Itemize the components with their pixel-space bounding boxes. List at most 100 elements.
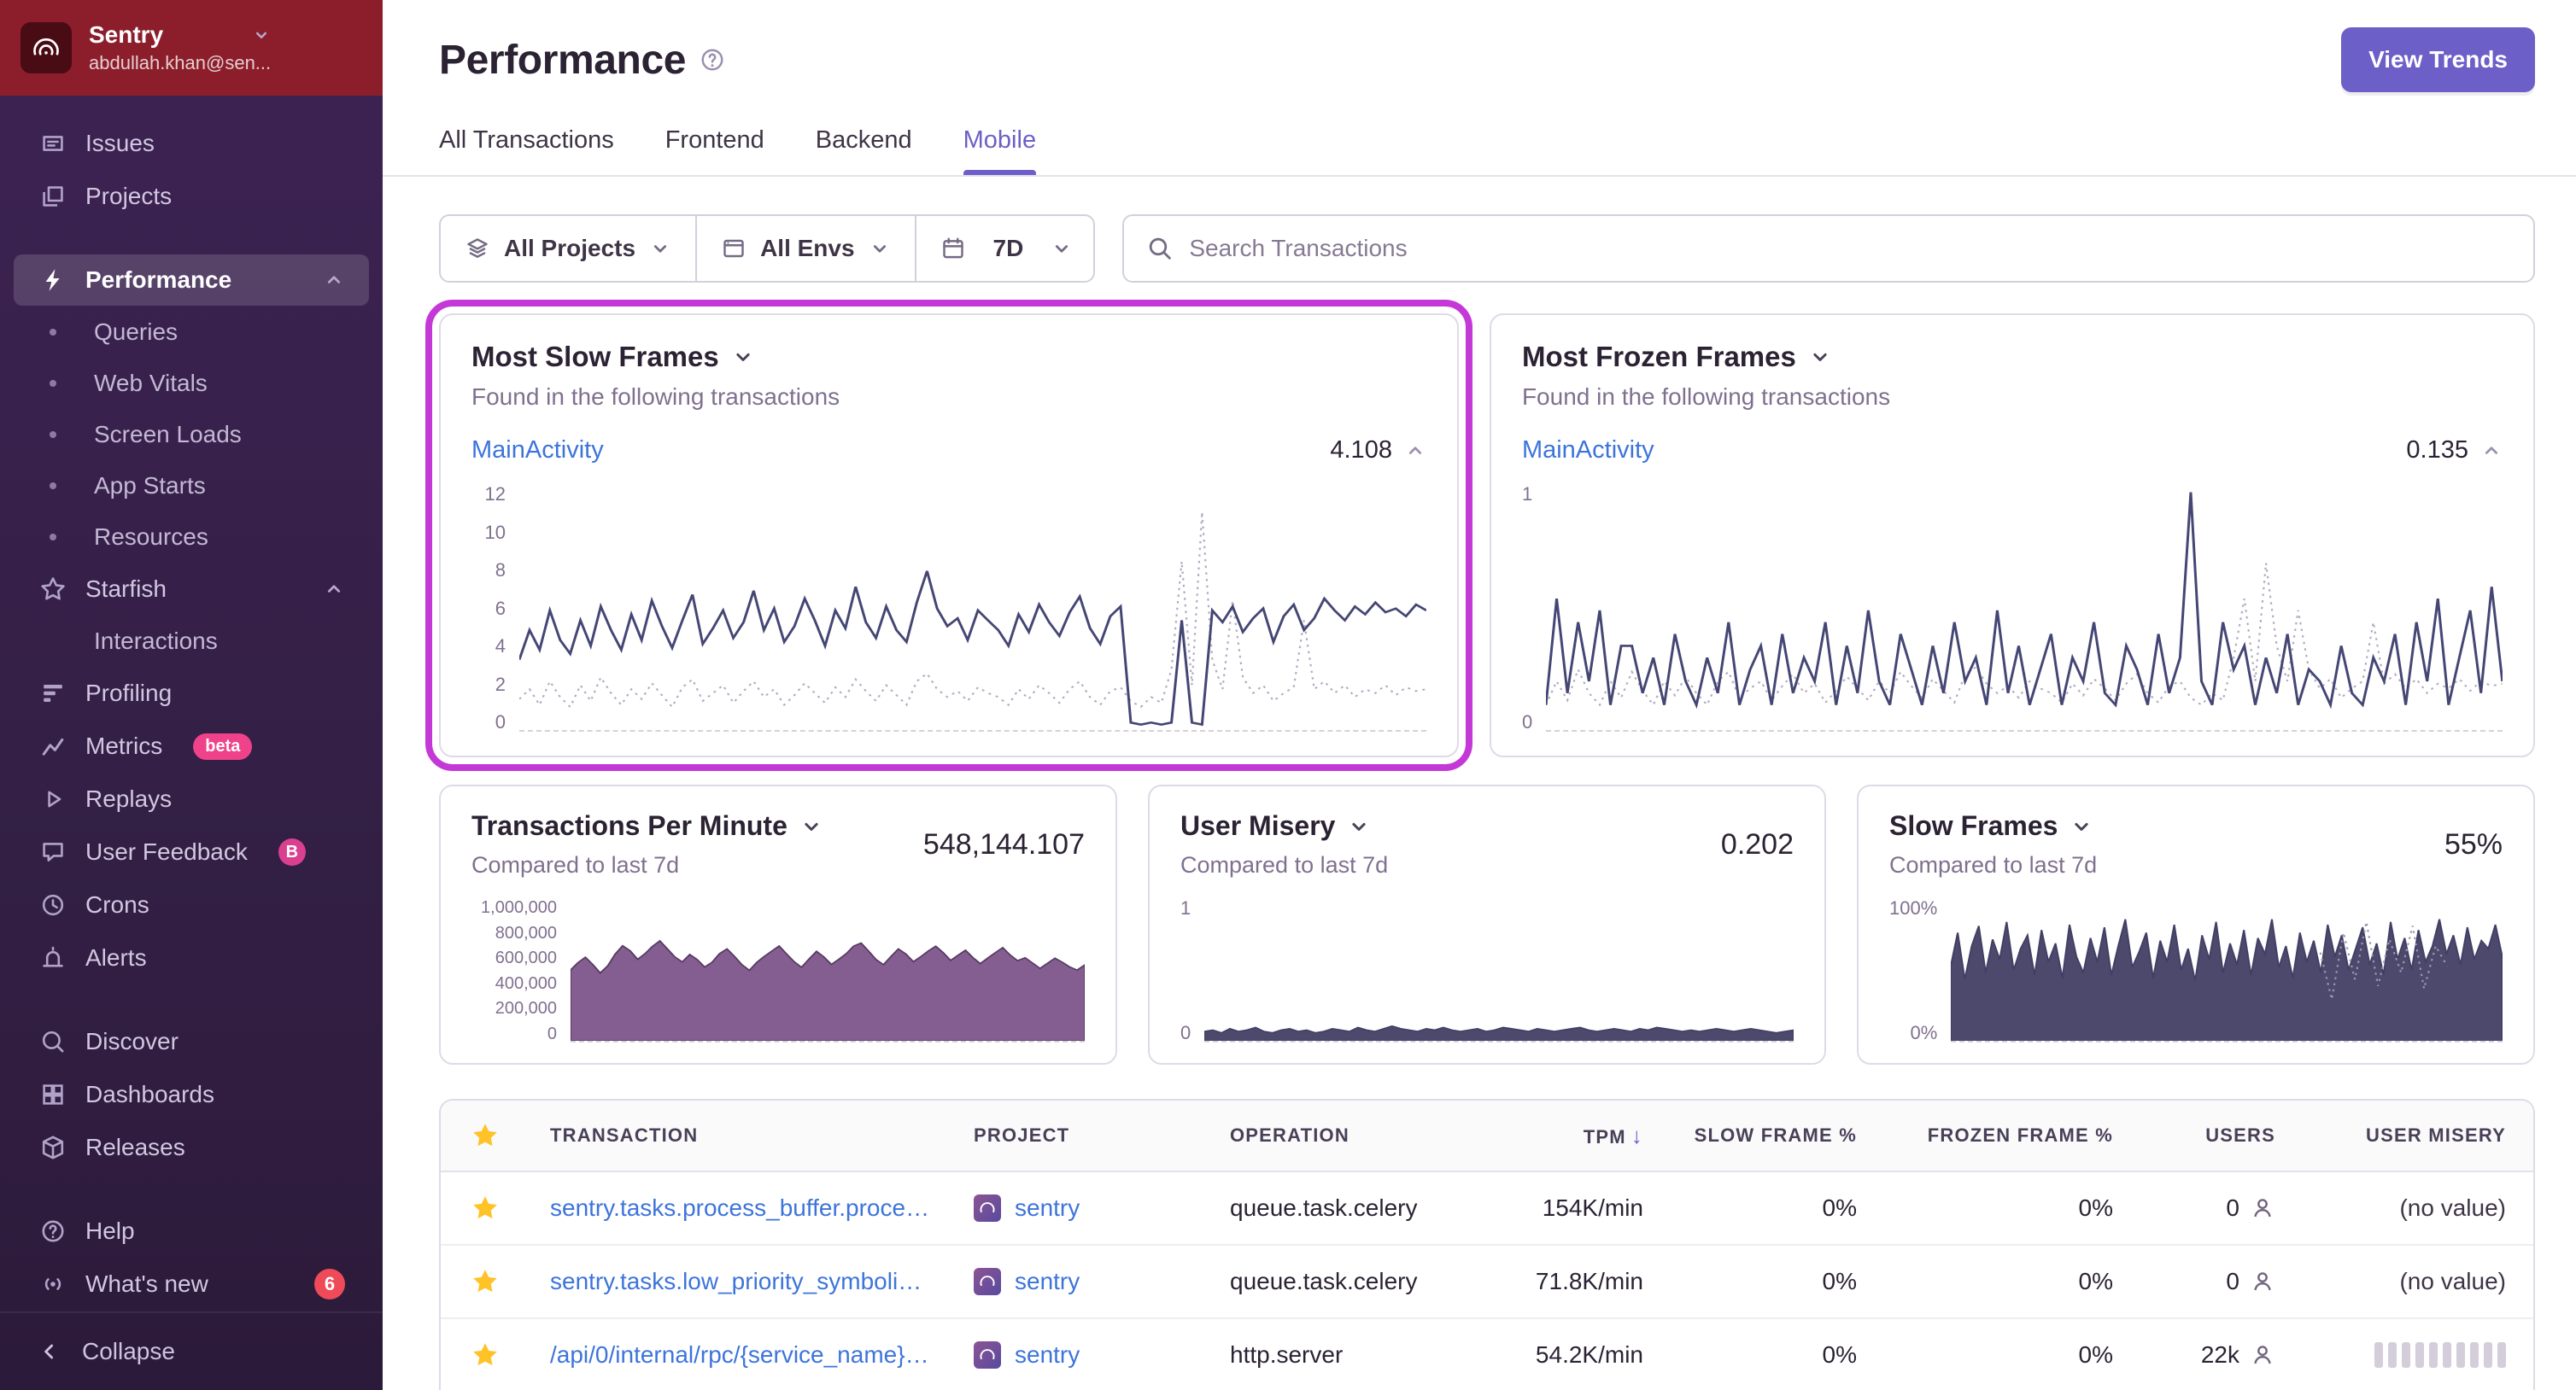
col-operation[interactable]: Operation [1209,1124,1491,1147]
sidebar-item-app-starts[interactable]: App Starts [14,461,369,511]
sidebar-item-profiling[interactable]: Profiling [14,668,369,719]
table-row[interactable]: sentry.tasks.low_priority_symbolication.… [441,1246,2533,1319]
project-platform-icon [974,1268,1001,1295]
user-misery-bar [2303,1342,2533,1368]
help-icon [38,1218,68,1245]
most-frozen-frames-title[interactable]: Most Frozen Frames [1522,341,2503,373]
project-platform-icon [974,1341,1001,1369]
transaction-link[interactable]: MainActivity [471,436,604,464]
table-header: Transaction Project Operation TPM ↓ Slow … [441,1101,2533,1172]
card-subtitle: Compared to last 7d [1889,852,2098,878]
transaction-link[interactable]: sentry.tasks.low_priority_symbolication.… [550,1268,933,1295]
project-link[interactable]: sentry [1015,1341,1080,1369]
sidebar-item-whats-new[interactable]: What's new 6 [14,1259,369,1310]
transactions-table: Transaction Project Operation TPM ↓ Slow … [439,1099,2535,1390]
bullet-dot [50,534,56,540]
transaction-link[interactable]: /api/0/internal/rpc/{service_name}/{me… [550,1341,933,1369]
star-icon[interactable] [441,1194,530,1223]
sidebar-item-queries[interactable]: Queries [14,307,369,357]
collapse-chevron-icon [38,1340,61,1364]
tpm-cell: 54.2K/min [1535,1341,1643,1368]
table-row[interactable]: sentry.tasks.process_buffer.process_incr… [441,1172,2533,1246]
star-icon[interactable] [441,1267,530,1296]
project-link[interactable]: sentry [1015,1268,1080,1295]
tab-frontend[interactable]: Frontend [665,126,764,175]
sort-desc-arrow-icon: ↓ [1630,1122,1643,1148]
project-link[interactable]: sentry [1015,1194,1080,1222]
frozen-frame-cell: 0% [2078,1194,2113,1221]
sidebar-item-discover[interactable]: Discover [14,1016,369,1067]
tab-backend[interactable]: Backend [816,126,912,175]
sidebar-item-replays[interactable]: Replays [14,774,369,825]
search-transactions [1122,214,2535,283]
users-cell: 22k [2140,1341,2303,1369]
table-row[interactable]: /api/0/internal/rpc/{service_name}/{me… … [441,1319,2533,1390]
bullet-dot [50,638,56,645]
col-users[interactable]: Users [2140,1124,2303,1147]
most-slow-frames-title[interactable]: Most Slow Frames [471,341,1426,373]
col-user-misery[interactable]: User Misery [2303,1124,2533,1147]
y-axis-labels: 1,000,000 800,000 600,000 400,000 200,000 0 [481,898,557,1043]
col-transaction[interactable]: Transaction [530,1124,953,1147]
replays-icon [38,786,68,813]
sidebar-item-starfish[interactable]: Starfish [14,564,369,615]
chevron-up-icon[interactable] [1404,440,1426,462]
badge-whats-new: 6 [314,1269,345,1299]
question-circle-icon[interactable] [700,47,725,73]
star-icon[interactable] [441,1340,530,1370]
col-frozen-frame[interactable]: Frozen Frame % [1884,1124,2140,1147]
environments-filter-button[interactable]: All Envs [695,214,916,283]
date-range-button[interactable]: 7D [914,214,1096,283]
sidebar-collapse-button[interactable]: Collapse [0,1311,383,1390]
projects-filter-button[interactable]: All Projects [439,214,698,283]
sidebar-item-performance[interactable]: Performance [14,254,369,306]
sidebar-item-resources[interactable]: Resources [14,512,369,562]
sidebar-item-web-vitals[interactable]: Web Vitals [14,359,369,408]
user-misery-cell: (no value) [2399,1194,2506,1221]
user-feedback-icon [38,838,68,866]
operation-cell: queue.task.celery [1230,1194,1418,1221]
sidebar-item-crons[interactable]: Crons [14,879,369,931]
sidebar-item-user-feedback[interactable]: User Feedback B [14,826,369,878]
sidebar-item-screen-loads[interactable]: Screen Loads [14,410,369,459]
sidebar-item-issues[interactable]: Issues [14,118,369,169]
sidebar-item-interactions[interactable]: Interactions [14,616,369,666]
user-misery-title[interactable]: User Misery [1180,810,1388,842]
operation-cell: http.server [1230,1341,1344,1368]
dashboards-icon [38,1081,68,1108]
col-project[interactable]: Project [953,1124,1209,1147]
tab-mobile[interactable]: Mobile [963,126,1036,175]
chevron-down-icon [1051,237,1073,260]
sidebar-item-projects[interactable]: Projects [14,171,369,222]
sidebar-item-releases[interactable]: Releases [14,1122,369,1173]
star-icon [441,1121,530,1150]
chevron-up-icon [323,578,345,600]
slow-frames-title[interactable]: Slow Frames [1889,810,2097,842]
chevron-up-icon[interactable] [2480,440,2503,462]
col-tpm[interactable]: TPM ↓ [1491,1123,1671,1149]
search-input[interactable] [1189,235,2511,262]
slow-frames-value: 55% [2444,827,2503,861]
sidebar-item-help[interactable]: Help [14,1206,369,1257]
chevron-down-icon [1808,345,1832,369]
metrics-icon [38,733,68,760]
page-title: Performance [439,37,687,83]
chevron-up-icon [323,269,345,291]
y-axis-labels: 10 [1521,483,1533,733]
view-trends-button[interactable]: View Trends [2341,27,2535,92]
user-icon [2254,1272,2271,1291]
chevron-down-icon [799,815,823,838]
org-switcher[interactable]: Sentry abdullah.khan@sen... [0,0,383,96]
transaction-link[interactable]: MainActivity [1522,436,1654,464]
slow-frame-cell: 0% [1822,1341,1857,1368]
sidebar-item-dashboards[interactable]: Dashboards [14,1069,369,1120]
tab-all-transactions[interactable]: All Transactions [439,126,614,175]
most-frozen-frames-card: Most Frozen Frames Found in the followin… [1489,313,2535,757]
alerts-icon [38,944,68,972]
sidebar-item-metrics[interactable]: Metrics beta [14,721,369,772]
col-slow-frame[interactable]: Slow Frame % [1671,1124,1884,1147]
transaction-link[interactable]: sentry.tasks.process_buffer.process_incr [550,1194,933,1222]
sidebar-item-alerts[interactable]: Alerts [14,932,369,984]
users-cell: 0 [2140,1268,2303,1295]
tpm-title[interactable]: Transactions Per Minute [471,810,823,842]
